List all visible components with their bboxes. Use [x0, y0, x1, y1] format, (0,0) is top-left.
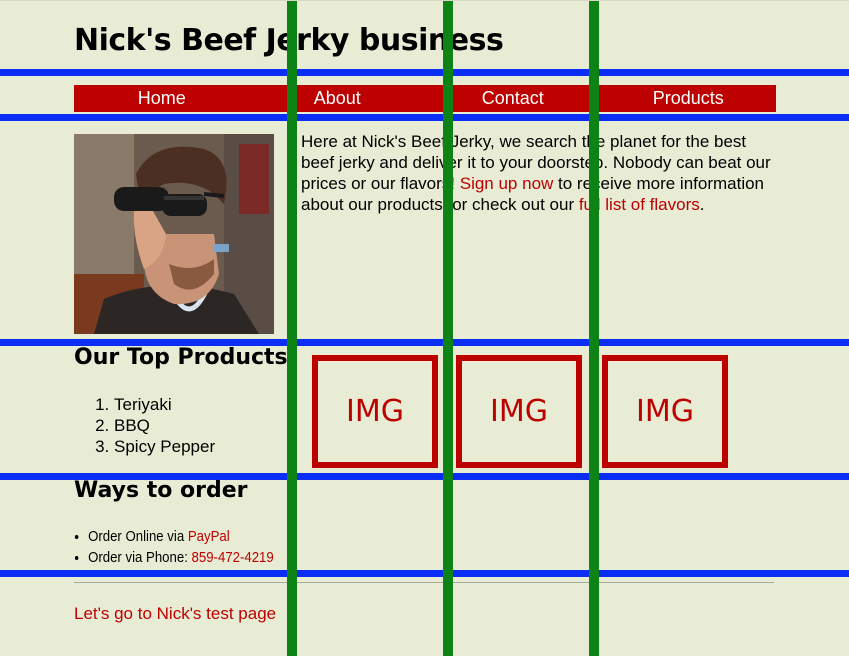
- horizontal-guide-line: [0, 339, 849, 346]
- paypal-link[interactable]: PayPal: [188, 528, 230, 545]
- horizontal-guide-line: [0, 114, 849, 121]
- profile-photo: [74, 134, 274, 334]
- ways-to-order-list: Order Online via PayPal Order via Phone:…: [74, 526, 274, 568]
- product-image-placeholder-3: IMG: [602, 355, 728, 468]
- horizontal-guide-line: [0, 473, 849, 480]
- vertical-guide-line: [443, 1, 453, 656]
- list-item: Order Online via PayPal: [88, 526, 274, 547]
- nav-about-link[interactable]: About: [250, 85, 426, 112]
- product-image-placeholder-2: IMG: [456, 355, 582, 468]
- nav-bar: Home About Contact Products: [74, 85, 776, 112]
- list-item: Spicy Pepper: [114, 436, 215, 457]
- nav-home-link[interactable]: Home: [74, 85, 250, 112]
- vertical-guide-line: [287, 1, 297, 656]
- divider: [74, 582, 774, 583]
- ways-to-order-heading: Ways to order: [74, 478, 248, 503]
- intro-text-after: .: [699, 195, 705, 214]
- horizontal-guide-line: [0, 570, 849, 577]
- list-item: Order via Phone: 859-472-4219: [88, 547, 274, 568]
- vertical-guide-line: [589, 1, 599, 656]
- product-image-placeholder-1: IMG: [312, 355, 438, 468]
- top-products-heading: Our Top Products: [74, 345, 288, 370]
- page: Nick's Beef Jerky business Home About Co…: [0, 0, 849, 656]
- intro-paragraph: Here at Nick's Beef Jerky, we search the…: [301, 131, 771, 215]
- signup-link[interactable]: Sign up now: [460, 174, 554, 193]
- horizontal-guide-line: [0, 69, 849, 76]
- top-products-list: Teriyaki BBQ Spicy Pepper: [90, 394, 215, 457]
- phone-link[interactable]: 859-472-4219: [192, 549, 274, 566]
- test-page-link[interactable]: Let's go to Nick's test page: [74, 604, 276, 624]
- order-phone-text: Order via Phone:: [88, 549, 192, 566]
- list-item: Teriyaki: [114, 394, 215, 415]
- order-online-text: Order Online via: [88, 528, 188, 545]
- list-item: BBQ: [114, 415, 215, 436]
- profile-photo-image: [74, 134, 274, 334]
- nav-products-link[interactable]: Products: [601, 85, 777, 112]
